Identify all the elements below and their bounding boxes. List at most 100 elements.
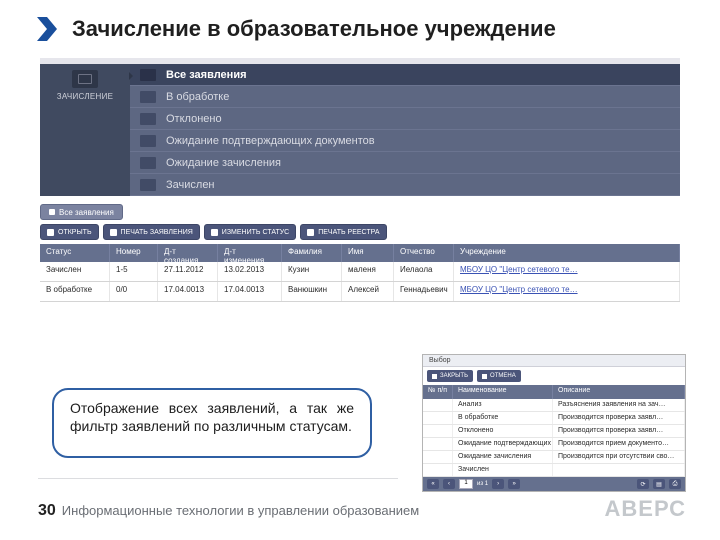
open-button[interactable]: ОТКРЫТЬ xyxy=(40,224,99,240)
table-row[interactable]: В обработке 0/0 17.04.0013 17.04.0013 Ва… xyxy=(40,282,680,302)
briefcase-icon xyxy=(72,70,98,88)
table-row[interactable]: Зачислен 1-5 27.11.2012 13.02.2013 Кузин… xyxy=(40,262,680,282)
cell: Производится прием документо… xyxy=(553,438,685,450)
menu-item-enrolled[interactable]: Зачислен xyxy=(130,174,680,196)
pagination: « ‹ 1 из 1 › » ⟳ ▤ ⎙ xyxy=(423,477,685,491)
list-item[interactable]: Ожидание подтверждающих доку…Производитс… xyxy=(423,438,685,451)
btn-label: ПЕЧАТЬ ЗАЯВЛЕНИЯ xyxy=(121,229,193,236)
cell: Геннадьевич xyxy=(394,282,454,301)
list-item[interactable]: В обработкеПроизводится проверка заявл… xyxy=(423,412,685,425)
list-item[interactable]: Ожидание зачисленияПроизводится при отсу… xyxy=(423,451,685,464)
cell xyxy=(423,399,453,411)
cell: Зачислен xyxy=(40,262,110,281)
col[interactable]: Описание xyxy=(553,385,685,399)
page-number: 30 xyxy=(38,502,56,520)
left-nav[interactable]: ЗАЧИСЛЕНИЕ xyxy=(40,64,130,196)
menu-item-label: Ожидание зачисления xyxy=(166,157,281,169)
cell: Алексей xyxy=(342,282,394,301)
close-button[interactable]: ЗАКРЫТЬ xyxy=(427,370,473,382)
dialog-window: Выбор ЗАКРЫТЬ ОТМЕНА № п/п Наименование … xyxy=(422,354,686,492)
folder-icon xyxy=(140,179,156,191)
app-window: ЗАЧИСЛЕНИЕ Все заявления В обработке Отк… xyxy=(40,58,680,302)
refresh-button[interactable]: ⟳ xyxy=(637,479,649,489)
list-item[interactable]: АнализРазъяснения заявления на зач… xyxy=(423,399,685,412)
page-input[interactable]: 1 xyxy=(459,479,473,489)
cell xyxy=(423,451,453,463)
cell: 0/0 xyxy=(110,282,158,301)
menu-item-all[interactable]: Все заявления xyxy=(130,64,680,86)
col[interactable]: Наименование xyxy=(453,385,553,399)
first-page-button[interactable]: « xyxy=(427,479,439,489)
status-menu: Все заявления В обработке Отклонено Ожид… xyxy=(130,64,680,196)
cell: 17.04.0013 xyxy=(218,282,282,301)
change-status-button[interactable]: ИЗМЕНИТЬ СТАТУС xyxy=(204,224,296,240)
callout-bubble: Отображение всех заявлений, а так же фил… xyxy=(52,388,372,458)
menu-item-wait-docs[interactable]: Ожидание подтверждающих документов xyxy=(130,130,680,152)
menu-item-wait-enroll[interactable]: Ожидание зачисления xyxy=(130,152,680,174)
btn-label: ОТКРЫТЬ xyxy=(58,229,92,236)
close-icon[interactable] xyxy=(49,209,55,215)
back-icon xyxy=(432,374,437,379)
print-icon xyxy=(307,229,314,236)
cell xyxy=(423,425,453,437)
cell: 17.04.0013 xyxy=(158,282,218,301)
cell: маленя xyxy=(342,262,394,281)
table-header: Статус Номер Д-т создания Д-т изменения … xyxy=(40,244,680,262)
col-org[interactable]: Учреждение xyxy=(454,244,680,262)
last-page-button[interactable]: » xyxy=(508,479,520,489)
toolbar: ОТКРЫТЬ ПЕЧАТЬ ЗАЯВЛЕНИЯ ИЗМЕНИТЬ СТАТУС… xyxy=(40,224,680,240)
col-patronymic[interactable]: Отчество xyxy=(394,244,454,262)
cell: Зачислен xyxy=(453,464,553,476)
page-total: из 1 xyxy=(477,481,488,487)
print-button[interactable]: ⎙ xyxy=(669,479,681,489)
menu-item-label: Зачислен xyxy=(166,179,215,191)
folder-icon xyxy=(140,91,156,103)
cell[interactable]: МБОУ ЦО "Центр сетевого те… xyxy=(454,262,680,281)
folder-icon xyxy=(140,113,156,125)
col-changed[interactable]: Д-т изменения xyxy=(218,244,282,262)
footer-text: Информационные технологии в управлении о… xyxy=(62,503,419,518)
folder-icon xyxy=(140,135,156,147)
tag-label: Все заявления xyxy=(59,208,114,217)
prev-page-button[interactable]: ‹ xyxy=(443,479,455,489)
next-page-button[interactable]: › xyxy=(492,479,504,489)
cell xyxy=(423,464,453,476)
print-registry-button[interactable]: ПЕЧАТЬ РЕЕСТРА xyxy=(300,224,386,240)
menu-item-processing[interactable]: В обработке xyxy=(130,86,680,108)
cell: Иелаола xyxy=(394,262,454,281)
cell: Производится проверка заявл… xyxy=(553,412,685,424)
active-tag[interactable]: Все заявления xyxy=(40,204,123,220)
cell: 13.02.2013 xyxy=(218,262,282,281)
btn-label: ЗАКРЫТЬ xyxy=(440,373,468,379)
print-app-button[interactable]: ПЕЧАТЬ ЗАЯВЛЕНИЯ xyxy=(103,224,200,240)
col-number[interactable]: Номер xyxy=(110,244,158,262)
list-item[interactable]: Зачислен xyxy=(423,464,685,477)
divider xyxy=(38,478,398,479)
cell: 27.11.2012 xyxy=(158,262,218,281)
cell: Отклонено xyxy=(453,425,553,437)
col[interactable]: № п/п xyxy=(423,385,453,399)
col-status[interactable]: Статус xyxy=(40,244,110,262)
page-title: Зачисление в образовательное учреждение xyxy=(72,16,556,42)
menu-item-label: Отклонено xyxy=(166,113,222,125)
col-created[interactable]: Д-т создания xyxy=(158,244,218,262)
cell: Производится проверка заявл… xyxy=(553,425,685,437)
col-lastname[interactable]: Фамилия xyxy=(282,244,342,262)
cell xyxy=(553,464,685,476)
cancel-icon xyxy=(482,374,487,379)
brand-logo: АВЕРС xyxy=(605,496,686,522)
export-button[interactable]: ▤ xyxy=(653,479,665,489)
cancel-button[interactable]: ОТМЕНА xyxy=(477,370,521,382)
cell[interactable]: МБОУ ЦО "Центр сетевого те… xyxy=(454,282,680,301)
col-firstname[interactable]: Имя xyxy=(342,244,394,262)
folder-icon xyxy=(140,157,156,169)
cell: Разъяснения заявления на зач… xyxy=(553,399,685,411)
btn-label: ИЗМЕНИТЬ СТАТУС xyxy=(222,229,289,236)
btn-label: ПЕЧАТЬ РЕЕСТРА xyxy=(318,229,379,236)
btn-label: ОТМЕНА xyxy=(490,373,516,379)
list-item[interactable]: ОтклоненоПроизводится проверка заявл… xyxy=(423,425,685,438)
cell xyxy=(423,412,453,424)
folder-icon xyxy=(140,69,156,81)
menu-item-rejected[interactable]: Отклонено xyxy=(130,108,680,130)
cell: В обработке xyxy=(453,412,553,424)
